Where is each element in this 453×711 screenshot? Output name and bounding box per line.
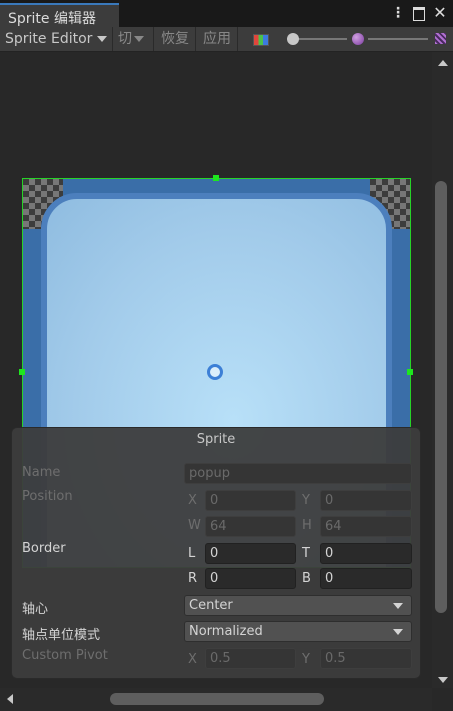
slice-label: 切 <box>118 31 132 47</box>
window-title: Sprite 编辑器 <box>8 11 96 27</box>
pivot-handle[interactable] <box>207 364 223 380</box>
pivot-unit-mode-label: 轴点单位模式 <box>22 628 101 643</box>
custom-pivot-label: Custom Pivot <box>22 648 108 663</box>
left-resize-handle[interactable] <box>19 369 25 375</box>
position-x-field: 0 <box>205 490 296 511</box>
zoom-slider[interactable] <box>285 27 350 51</box>
close-icon[interactable]: ✕ <box>432 4 448 22</box>
revert-button[interactable]: 恢复 <box>156 27 196 51</box>
border-r-label: R <box>188 571 198 586</box>
border-t-label: T <box>302 546 310 561</box>
scrollbar-corner <box>432 688 453 711</box>
apply-button[interactable]: 应用 <box>198 27 238 51</box>
position-x-label: X <box>188 493 197 508</box>
position-w-field: 64 <box>205 516 296 537</box>
pivot-value: Center <box>189 598 233 613</box>
rgb-channel-icon <box>253 34 269 46</box>
chevron-down-icon <box>134 36 144 42</box>
mip-level-slider[interactable] <box>366 27 432 51</box>
position-y-field: 0 <box>320 490 412 511</box>
right-resize-handle[interactable] <box>407 369 413 375</box>
position-w-label: W <box>188 518 201 533</box>
custom-pivot-y-label: Y <box>302 652 310 667</box>
border-label: Border <box>22 541 66 556</box>
horizontal-scroll-thumb[interactable] <box>110 693 324 705</box>
more-options-icon[interactable]: ⋮ <box>390 4 406 22</box>
position-label: Position <box>22 489 73 504</box>
slice-dropdown[interactable]: 切 <box>113 27 154 51</box>
chevron-down-icon <box>393 629 403 635</box>
maximize-icon[interactable] <box>411 4 427 22</box>
editor-mode-label: Sprite Editor <box>5 31 93 47</box>
position-h-label: H <box>302 518 312 533</box>
mip-small-icon <box>352 33 364 45</box>
horizontal-scrollbar[interactable] <box>0 688 432 711</box>
border-b-field[interactable]: 0 <box>320 568 412 589</box>
pivot-unit-mode-dropdown[interactable]: Normalized <box>184 621 412 642</box>
border-b-label: B <box>302 571 311 586</box>
custom-pivot-x-field: 0.5 <box>205 648 296 669</box>
title-bar: Sprite 编辑器 ⋮ ✕ <box>0 0 453 27</box>
pivot-unit-mode-value: Normalized <box>189 624 263 639</box>
vertical-scroll-thumb[interactable] <box>435 181 447 613</box>
custom-pivot-x-label: X <box>188 652 197 667</box>
mip-large-icon <box>435 33 446 44</box>
panel-title: Sprite <box>196 432 236 447</box>
border-r-field[interactable]: 0 <box>205 568 296 589</box>
custom-pivot-y-field: 0.5 <box>320 648 412 669</box>
window-tab[interactable]: Sprite 编辑器 <box>0 3 119 27</box>
chevron-down-icon <box>97 36 107 42</box>
chevron-down-icon <box>393 603 403 609</box>
name-field: popup <box>184 463 412 484</box>
border-l-label: L <box>188 546 196 561</box>
zoom-slider-thumb[interactable] <box>287 33 299 45</box>
editor-mode-dropdown[interactable]: Sprite Editor <box>0 27 113 51</box>
border-l-field[interactable]: 0 <box>205 543 296 564</box>
scroll-up-icon[interactable] <box>438 60 448 66</box>
position-h-field: 64 <box>320 516 412 537</box>
vertical-scrollbar[interactable] <box>432 52 453 688</box>
sprite-properties-panel: Sprite Name popup Position X 0 Y 0 W 64 … <box>11 427 421 679</box>
name-label: Name <box>22 465 61 480</box>
pivot-dropdown[interactable]: Center <box>184 595 412 616</box>
position-y-label: Y <box>302 493 310 508</box>
scroll-left-icon[interactable] <box>7 694 13 704</box>
pivot-label: 轴心 <box>22 602 49 617</box>
top-resize-handle[interactable] <box>213 175 219 181</box>
color-channel-button[interactable] <box>244 27 274 51</box>
scroll-down-icon[interactable] <box>438 677 448 683</box>
border-t-field[interactable]: 0 <box>320 543 412 564</box>
zoom-slider-track <box>291 38 347 40</box>
mip-slider-track <box>368 38 428 40</box>
